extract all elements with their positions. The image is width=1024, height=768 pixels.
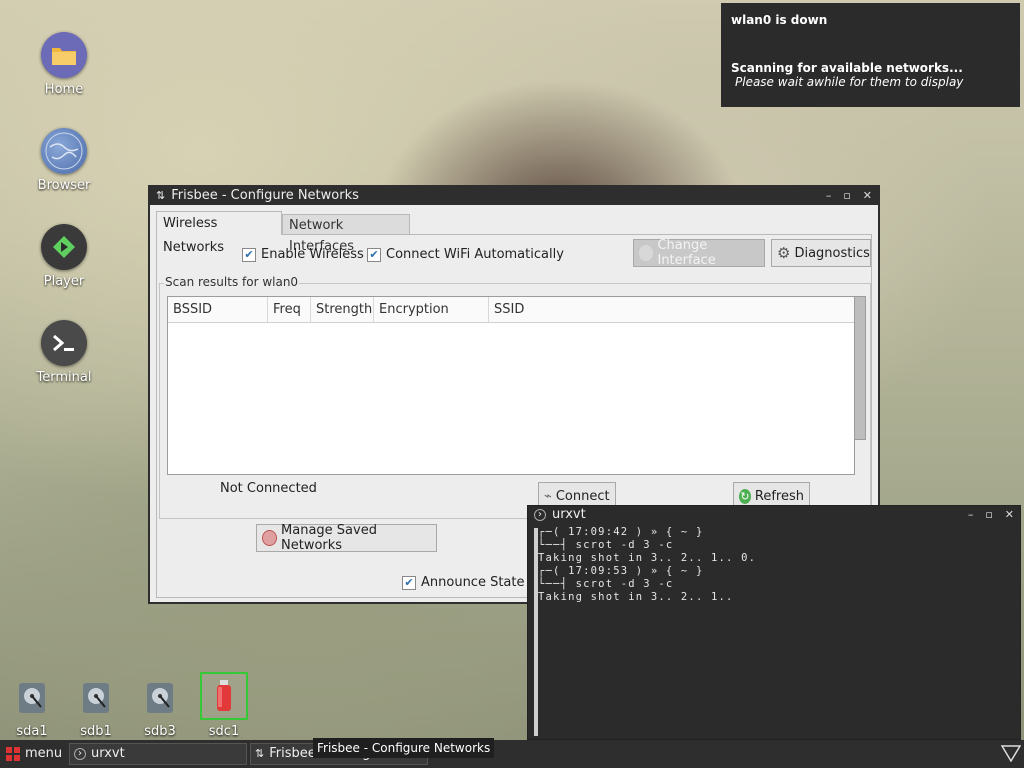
tab-label: Wireless Networks	[163, 216, 225, 255]
column-header-freq[interactable]: Freq	[268, 297, 311, 322]
terminal-icon	[41, 320, 87, 366]
close-icon[interactable]: ✕	[863, 187, 872, 205]
desktop-icon-browser[interactable]: Browser	[24, 128, 104, 193]
network-icon	[262, 530, 278, 546]
announce-state-checkbox[interactable]: ✔ Announce State C	[402, 575, 538, 590]
menu-button[interactable]: menu	[2, 743, 64, 765]
column-header-encryption[interactable]: Encryption	[374, 297, 489, 322]
tab-network-interfaces[interactable]: Network Interfaces	[282, 214, 410, 254]
scan-results-label: Scan results for wlan0	[164, 275, 300, 289]
interface-icon	[639, 245, 654, 261]
desktop-icon-label: Terminal	[36, 370, 92, 385]
checkbox-label: Announce State C	[421, 575, 538, 590]
gear-icon: ⚙	[777, 244, 791, 262]
taskbar-tooltip: Frisbee - Configure Networks	[313, 738, 495, 758]
drive-label: sdb1	[80, 724, 112, 739]
menu-label: menu	[25, 746, 63, 761]
drive-label: sda1	[16, 724, 48, 739]
taskbar-item-label: urxvt	[91, 746, 125, 761]
terminal-title: urxvt	[552, 507, 586, 522]
checkbox-label: Connect WiFi Automatically	[386, 247, 564, 262]
button-label: Change Interface	[657, 238, 716, 268]
terminal-line: Taking shot in 3.. 2.. 1..	[538, 591, 734, 603]
terminal-output[interactable]: ┌─( 17:09:42 ) » { ~ } └──┤ scrot -d 3 -c…	[528, 524, 1020, 606]
change-interface-button[interactable]: Change Interface	[633, 238, 765, 268]
maximize-icon[interactable]: ▫	[843, 187, 850, 205]
maximize-icon[interactable]: ▫	[985, 506, 992, 524]
terminal-line: ┌─( 17:09:42 ) » { ~ }	[538, 526, 704, 538]
drive-label: sdb3	[144, 724, 176, 739]
terminal-scrollbar[interactable]	[534, 528, 538, 736]
menu-grid-icon	[6, 747, 20, 761]
enable-wireless-checkbox[interactable]: ✔ Enable Wireless	[242, 247, 364, 262]
globe-icon	[41, 128, 87, 174]
connect-auto-checkbox[interactable]: ✔ Connect WiFi Automatically	[367, 247, 564, 262]
column-header-strength[interactable]: Strength	[311, 297, 374, 322]
button-label: Diagnostics	[794, 245, 870, 261]
taskbar-item-urxvt[interactable]: › urxvt	[69, 743, 247, 765]
button-label: Refresh	[754, 488, 804, 504]
button-label: Manage Saved Networks	[281, 523, 377, 553]
terminal-line: ┌─( 17:09:53 ) » { ~ }	[538, 565, 704, 577]
checkmark-icon: ✔	[402, 575, 416, 590]
desktop-icon-label: Player	[43, 274, 85, 289]
button-label: Connect	[555, 488, 610, 504]
frisbee-titlebar[interactable]: ⇅ Frisbee - Configure Networks – ▫ ✕	[150, 187, 878, 205]
checkmark-icon: ✔	[367, 247, 381, 262]
diagnostics-button[interactable]: ⚙ Diagnostics	[771, 239, 871, 267]
desktop-icon-terminal[interactable]: Terminal	[24, 320, 104, 385]
scan-results-table[interactable]: BSSID Freq Strength Encryption SSID	[167, 296, 855, 475]
minimize-icon[interactable]: –	[968, 506, 974, 524]
connection-status: Not Connected	[220, 481, 317, 496]
manage-saved-networks-button[interactable]: Manage Saved Networks	[256, 523, 437, 553]
drive-sda1[interactable]: sda1	[2, 676, 62, 739]
desktop-icon-player[interactable]: Player	[24, 224, 104, 289]
close-icon[interactable]: ✕	[1005, 506, 1014, 524]
arrows-icon: ⇅	[255, 747, 265, 760]
hard-drive-icon	[138, 676, 182, 720]
refresh-icon: ↻	[739, 488, 751, 504]
tab-wireless-networks[interactable]: Wireless Networks	[156, 211, 282, 255]
terminal-small-icon: ›	[534, 509, 546, 521]
notification-popup[interactable]: wlan0 is down Scanning for available net…	[721, 3, 1020, 107]
column-header-ssid[interactable]: SSID	[489, 297, 853, 322]
terminal-titlebar[interactable]: › urxvt – ▫ ✕	[528, 506, 1020, 524]
play-icon	[41, 224, 87, 270]
desktop-icon-label: Browser	[37, 178, 91, 193]
terminal-window[interactable]: › urxvt – ▫ ✕ ┌─( 17:09:42 ) » { ~ } └──┤…	[527, 505, 1021, 740]
column-header-bssid[interactable]: BSSID	[168, 297, 268, 322]
terminal-line: └──┤ scrot -d 3 -c	[538, 539, 674, 551]
table-header: BSSID Freq Strength Encryption SSID	[168, 297, 854, 323]
hard-drive-icon	[10, 676, 54, 720]
checkmark-icon: ✔	[242, 247, 256, 262]
terminal-line: Taking shot in 3.. 2.. 1.. 0.	[538, 552, 757, 564]
hard-drive-icon	[74, 676, 118, 720]
drive-sdc1[interactable]: sdc1	[194, 672, 254, 739]
drive-sdb3[interactable]: sdb3	[130, 676, 190, 739]
drive-sdb1[interactable]: sdb1	[66, 676, 126, 739]
desktop-icon-label: Home	[44, 82, 84, 97]
taskbar: menu › urxvt ⇅ Frisbee - Configure Netw	[0, 740, 1024, 768]
minimize-icon[interactable]: –	[826, 187, 832, 205]
notification-title: wlan0 is down	[731, 13, 828, 27]
terminal-small-icon: ›	[74, 748, 86, 760]
desktop-icon-home[interactable]: Home	[24, 32, 104, 97]
arrows-icon: ⇅	[156, 189, 166, 202]
table-scrollbar[interactable]	[854, 296, 866, 440]
usb-drive-icon	[200, 672, 248, 720]
plug-icon: ⌁	[544, 488, 552, 504]
notification-heading: Scanning for available networks...	[731, 61, 963, 75]
drive-label: sdc1	[208, 724, 240, 739]
folder-icon	[41, 32, 87, 78]
terminal-line: └──┤ scrot -d 3 -c	[538, 578, 674, 590]
window-title: Frisbee - Configure Networks	[171, 188, 359, 203]
checkbox-label: Enable Wireless	[261, 247, 364, 262]
wifi-icon[interactable]	[1000, 744, 1022, 766]
notification-body: Please wait awhile for them to display	[735, 75, 964, 89]
